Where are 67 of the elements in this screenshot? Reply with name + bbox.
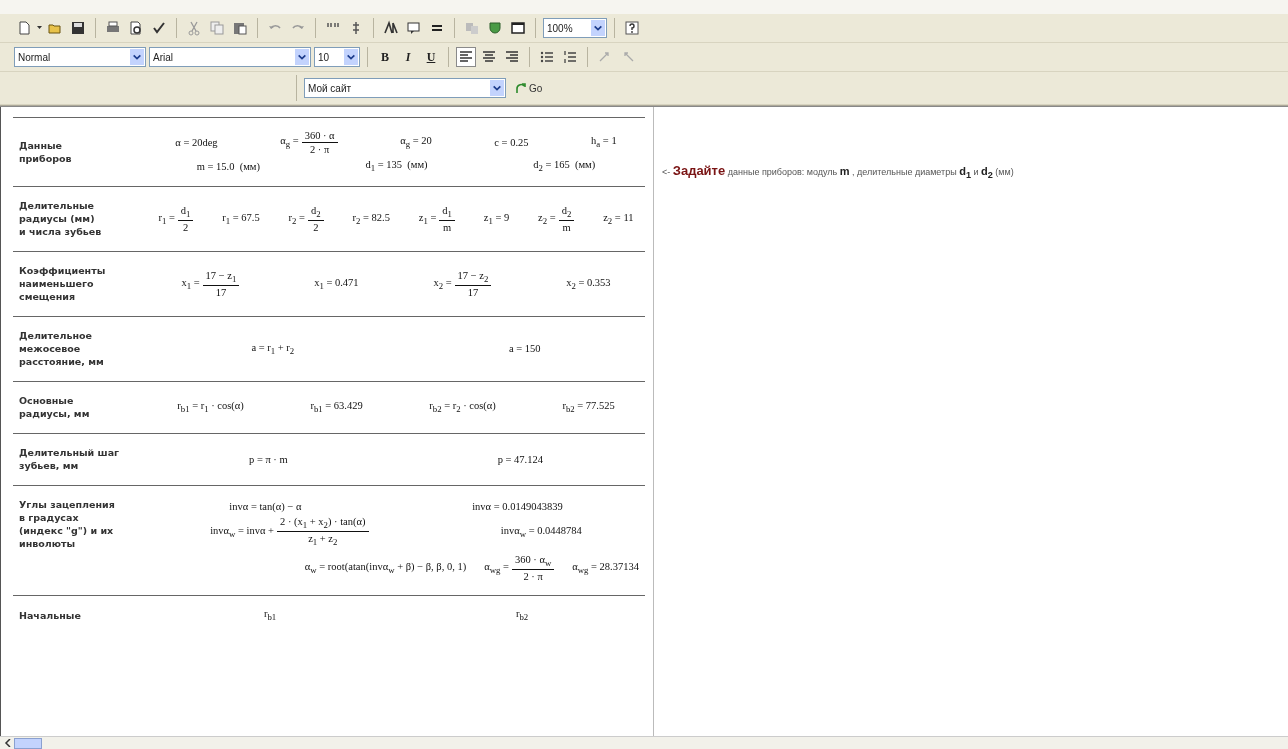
caret-icon[interactable] bbox=[130, 49, 144, 65]
section-label: Делительное межосевое расстояние, мм bbox=[18, 329, 105, 369]
math-formula: x$_{2}$ = 17 − z$_{2}$ 17 bbox=[433, 269, 492, 298]
math-formula: r$_{b1}$ = 63.429 bbox=[310, 400, 363, 415]
math-formula: m = 15.0 (мм) bbox=[196, 160, 260, 172]
align-left-icon[interactable] bbox=[456, 47, 476, 67]
math-formula: invα = 0.0149043839 bbox=[472, 501, 563, 512]
math-formula: α$_{g}$ = 360 · α 2 · π bbox=[280, 130, 338, 155]
section-label: Делительный шаг зубьев, мм bbox=[18, 446, 120, 473]
math-formula: d$_{1}$ = 135 (мм) bbox=[365, 159, 428, 174]
zoom-dropdown[interactable]: 100% bbox=[543, 18, 607, 38]
go-button[interactable]: Go bbox=[509, 80, 549, 96]
style-dropdown[interactable]: Normal bbox=[14, 47, 146, 67]
section-label: Коэффициенты наименьшего смещения bbox=[18, 264, 107, 304]
section-label: Углы зацепления в градусах (индекс "g") и их инволюты bbox=[18, 498, 116, 551]
math-formula: z$_{1}$ = 9 bbox=[483, 211, 510, 226]
italic-button[interactable]: I bbox=[398, 47, 418, 67]
caret-icon[interactable] bbox=[295, 49, 309, 65]
math-formula: r$_{b1}$ bbox=[263, 608, 277, 623]
help-icon[interactable] bbox=[622, 18, 642, 38]
math-formula: x$_{1}$ = 17 − z$_{1}$ 17 bbox=[181, 269, 240, 298]
math-formula: r$_{2}$ = 82.5 bbox=[352, 211, 390, 226]
math-formula: r$_{1}$ = d$_{1}$ 2 bbox=[158, 204, 194, 233]
section-label: Начальные bbox=[18, 608, 82, 622]
math-formula: r$_{b1}$ = r$_{1}$ · cos(α) bbox=[177, 400, 244, 415]
section-label: Данные приборов bbox=[18, 138, 73, 165]
math-formula: p = π · m bbox=[249, 453, 288, 465]
math-formula: r$_{b2}$ = 77.525 bbox=[562, 400, 615, 415]
underline-button[interactable]: U bbox=[421, 47, 441, 67]
scroll-thumb[interactable] bbox=[14, 737, 42, 749]
address-dropdown[interactable]: Мой сайт bbox=[304, 78, 506, 98]
scroll-left-icon[interactable] bbox=[4, 739, 12, 747]
font-size-dropdown[interactable]: 10 bbox=[314, 47, 360, 67]
math-formula: α$_{wg}$ = 28.37134 bbox=[572, 561, 639, 576]
math-formula: a = r$_{1}$ + r$_{2}$ bbox=[251, 341, 295, 356]
dropdown-arrow-icon[interactable] bbox=[37, 26, 42, 30]
instruction-text: <- Задайте данные приборов: модуль m , делительные диаметры d$_{1}$ и d$_{2}$ (мм) bbox=[662, 163, 1015, 181]
math-formula: α$_{wg}$ = 360 · α$_{w}$ 2 · π bbox=[484, 554, 555, 583]
bold-button[interactable]: B bbox=[375, 47, 395, 67]
caret-icon[interactable] bbox=[344, 49, 358, 65]
section-label: Основные радиусы, мм bbox=[18, 394, 91, 421]
go-arrow-icon bbox=[515, 82, 527, 94]
math-formula: d$_{2}$ = 165 (мм) bbox=[533, 159, 596, 174]
math-formula: z$_{2}$ = 11 bbox=[603, 211, 634, 226]
math-formula: p = 47.124 bbox=[497, 453, 543, 465]
caret-icon[interactable] bbox=[591, 20, 605, 36]
horizontal-scrollbar[interactable] bbox=[0, 736, 1288, 749]
math-formula: z$_{2}$ = d$_{2}$ m bbox=[538, 204, 575, 233]
font-dropdown[interactable]: Arial bbox=[149, 47, 311, 67]
math-formula: x$_{2}$ = 0.353 bbox=[566, 276, 611, 291]
math-formula: α = 20deg bbox=[175, 137, 218, 148]
math-formula: invα$_{w}$ = 0.0448784 bbox=[500, 524, 582, 539]
math-formula: r$_{1}$ = 67.5 bbox=[222, 211, 260, 226]
math-formula: a = 150 bbox=[509, 343, 541, 355]
caret-icon[interactable] bbox=[490, 80, 504, 96]
math-formula: α$_{g}$ = 20 bbox=[400, 135, 432, 150]
math-formula: r$_{2}$ = d$_{2}$ 2 bbox=[288, 204, 324, 233]
math-formula: h$_{a}$ = 1 bbox=[591, 135, 617, 150]
section-label: Делительные радиусы (мм) и числа зубьев bbox=[18, 199, 103, 239]
math-formula: z$_{1}$ = d$_{1}$ m bbox=[418, 204, 455, 233]
math-formula: r$_{b2}$ = r$_{2}$ · cos(α) bbox=[429, 400, 496, 415]
math-formula: invα = tan(α) − α bbox=[229, 501, 302, 512]
math-formula: c = 0.25 bbox=[494, 137, 529, 148]
math-formula: invα$_{w}$ = invα + 2 · (x$_{1}$ + x$_{2}$) · tan(α) z$_{1}$ + z$_{2}$ bbox=[210, 516, 369, 548]
math-formula: r$_{b2}$ bbox=[515, 608, 529, 623]
math-formula: α$_{w}$ = root(atan(invα$_{w}$ + β) − β, β, 0, 1) bbox=[304, 561, 467, 576]
math-formula: x$_{1}$ = 0.471 bbox=[314, 276, 359, 291]
